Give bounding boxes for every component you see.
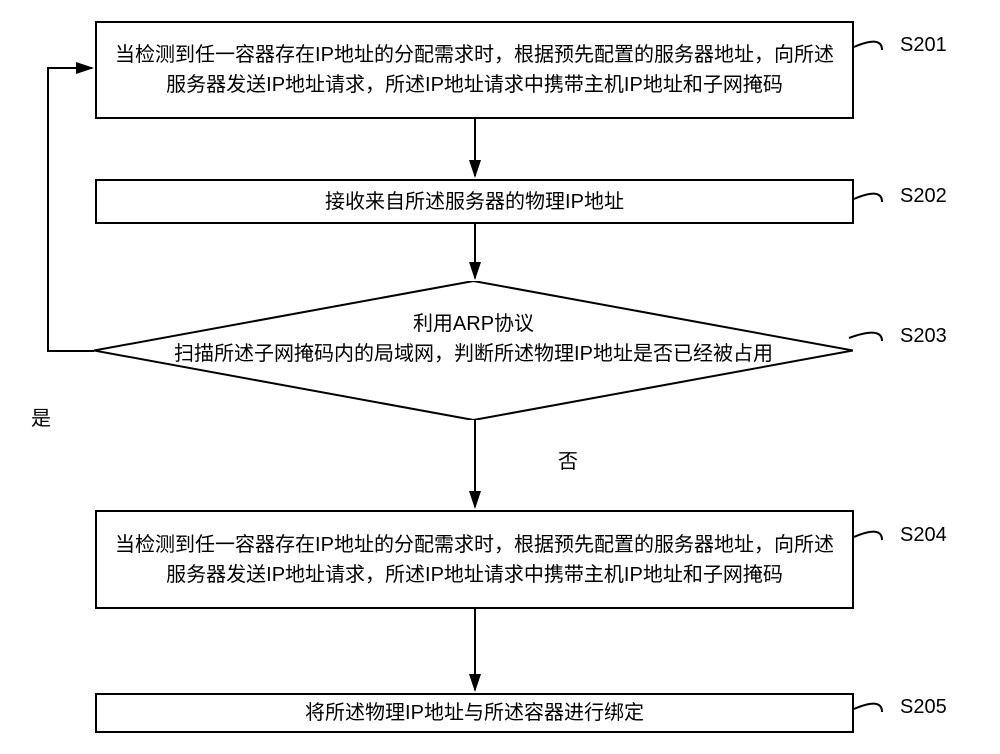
step2-box: 接收来自所述服务器的物理IP地址 [95, 179, 854, 224]
step4-box: 当检测到任一容器存在IP地址的分配需求时，根据预先配置的服务器地址，向所述服务器… [95, 510, 854, 609]
step1-text: 当检测到任一容器存在IP地址的分配需求时，根据预先配置的服务器地址，向所述服务器… [107, 40, 842, 100]
step1-box: 当检测到任一容器存在IP地址的分配需求时，根据预先配置的服务器地址，向所述服务器… [95, 21, 854, 119]
step3-line1: 利用ARP协议 [94, 309, 853, 339]
step5-text: 将所述物理IP地址与所述容器进行绑定 [305, 698, 644, 728]
edge-yes-label: 是 [31, 402, 51, 431]
step2-label: S202 [900, 185, 947, 208]
step3-diamond: 利用ARP协议 扫描所述子网掩码内的局域网，判断所述物理IP地址是否已经被占用 [94, 281, 853, 420]
step3-line2: 扫描所述子网掩码内的局域网，判断所述物理IP地址是否已经被占用 [94, 339, 853, 369]
step5-label: S205 [900, 696, 947, 719]
step5-box: 将所述物理IP地址与所述容器进行绑定 [95, 693, 854, 733]
step4-label: S204 [900, 524, 947, 547]
edge-no-label: 否 [558, 445, 578, 474]
step2-text: 接收来自所述服务器的物理IP地址 [325, 187, 624, 217]
step3-label: S203 [900, 325, 947, 348]
step3-text: 利用ARP协议 扫描所述子网掩码内的局域网，判断所述物理IP地址是否已经被占用 [94, 309, 853, 369]
step4-text: 当检测到任一容器存在IP地址的分配需求时，根据预先配置的服务器地址，向所述服务器… [107, 530, 842, 590]
step1-label: S201 [900, 34, 947, 57]
